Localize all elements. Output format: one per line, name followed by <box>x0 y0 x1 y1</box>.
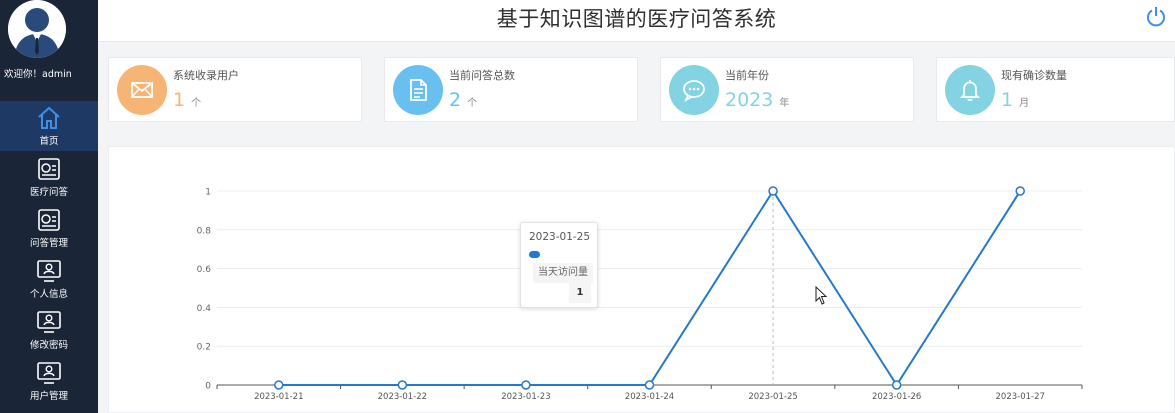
stat-label: 当前年份 <box>725 69 769 82</box>
x-tick-label: 2023-01-26 <box>872 392 921 402</box>
avatar[interactable] <box>8 0 66 58</box>
power-icon[interactable] <box>1145 5 1167 27</box>
stat-label: 当前问答总数 <box>449 69 515 82</box>
header: 基于知识图谱的医疗问答系统 <box>98 0 1175 42</box>
sidebar-item-user-management[interactable]: 用户管理 <box>0 356 98 406</box>
document-chart-icon <box>38 158 60 180</box>
y-tick-label: 1 <box>205 188 211 198</box>
stat-number: 2 <box>449 89 462 111</box>
stat-value: 2个 <box>449 89 477 111</box>
stat-value: 1月 <box>1001 89 1029 111</box>
data-point <box>1015 186 1025 196</box>
data-point <box>521 380 531 390</box>
sidebar-item-label: 首页 <box>39 136 59 147</box>
sidebar-item-label: 修改密码 <box>29 340 68 351</box>
y-tick-label: 0.6 <box>197 265 212 275</box>
mail-icon <box>131 82 153 98</box>
user-monitor-icon <box>37 311 61 333</box>
stat-card-confirmed: 现有确诊数量 1月 <box>936 57 1175 122</box>
sidebar-item-qa-management[interactable]: 问答管理 <box>0 203 98 253</box>
data-point <box>768 186 778 196</box>
x-tick-label: 2023-01-27 <box>996 392 1045 402</box>
x-tick-label: 2023-01-23 <box>501 392 550 402</box>
sidebar-item-label: 用户管理 <box>29 391 68 402</box>
chat-icon <box>683 80 705 102</box>
sidebar-item-change-password[interactable]: 修改密码 <box>0 305 98 355</box>
page-title: 基于知识图谱的医疗问答系统 <box>496 7 777 31</box>
x-tick-label: 2023-01-25 <box>748 392 797 402</box>
sidebar-item-home[interactable]: 首页 <box>0 101 98 151</box>
data-point <box>274 380 284 390</box>
mouse-cursor-icon <box>815 286 828 305</box>
x-tick-label: 2023-01-22 <box>378 392 427 402</box>
user-avatar-icon <box>8 0 66 58</box>
user-monitor-icon <box>37 362 61 384</box>
stat-unit: 月 <box>1019 98 1030 109</box>
sidebar-item-label: 医疗问答 <box>29 187 68 198</box>
user-monitor-icon <box>37 260 61 282</box>
data-point <box>891 380 902 390</box>
stat-unit: 个 <box>191 98 202 109</box>
stat-icon-circle <box>669 65 719 115</box>
stat-number: 1 <box>173 89 186 111</box>
document-icon <box>410 79 427 101</box>
sidebar: 欢迎你！admin 首页 医疗问答 问答管理 个人信息 修改密码 用户管理 <box>0 0 98 413</box>
stat-card-year: 当前年份 2023 年 <box>660 57 914 122</box>
stat-unit: 个 <box>467 98 478 109</box>
sidebar-item-medical-qa[interactable]: 医疗问答 <box>0 152 98 202</box>
stat-number: 2023 <box>725 89 774 111</box>
stat-value: 1个 <box>173 89 201 111</box>
data-point <box>397 380 408 390</box>
chart-tooltip: 2023-01-25 当天访问量 1 <box>520 222 598 308</box>
stat-label: 系统收录用户 <box>173 69 239 82</box>
y-tick-label: 0.2 <box>197 343 211 353</box>
y-tick-label: 0.4 <box>197 304 212 314</box>
stat-value: 2023 年 <box>725 89 789 111</box>
stat-unit: 年 <box>779 98 790 109</box>
welcome-text: 欢迎你！admin <box>4 69 72 80</box>
stat-number: 1 <box>1001 89 1014 111</box>
sidebar-item-label: 问答管理 <box>29 238 68 249</box>
tooltip-series-name: 当天访问量 <box>533 263 593 283</box>
document-chart-icon <box>38 209 60 231</box>
x-tick-label: 2023-01-24 <box>625 392 674 402</box>
sidebar-item-label: 个人信息 <box>29 289 68 300</box>
stat-label: 现有确诊数量 <box>1001 69 1067 82</box>
stat-icon-circle <box>945 65 995 115</box>
x-tick-label: 2023-01-21 <box>254 392 303 402</box>
stat-icon-circle <box>393 65 443 115</box>
tooltip-series-marker <box>529 251 540 258</box>
series-line <box>278 189 1022 387</box>
stat-icon-circle <box>117 65 167 115</box>
stat-card-questions: 当前问答总数 2个 <box>384 57 638 122</box>
y-tick-label: 0.8 <box>197 226 212 236</box>
visits-line-chart[interactable]: 0 0.2 0.4 0.6 0.8 1 2023-01-21 2023-01-22 2023-0… <box>109 147 1175 413</box>
sidebar-item-profile[interactable]: 个人信息 <box>0 254 98 304</box>
chart-panel: 0 0.2 0.4 0.6 0.8 1 2023-01-21 2023-01-22 2023-0… <box>108 146 1175 413</box>
bell-icon <box>959 80 981 101</box>
y-tick-label: 0 <box>205 382 211 392</box>
data-point <box>644 380 655 390</box>
tooltip-value: 1 <box>569 283 591 303</box>
tooltip-date: 2023-01-25 <box>529 231 591 243</box>
stat-card-users: 系统收录用户 1个 <box>108 57 362 122</box>
home-icon <box>38 106 60 129</box>
